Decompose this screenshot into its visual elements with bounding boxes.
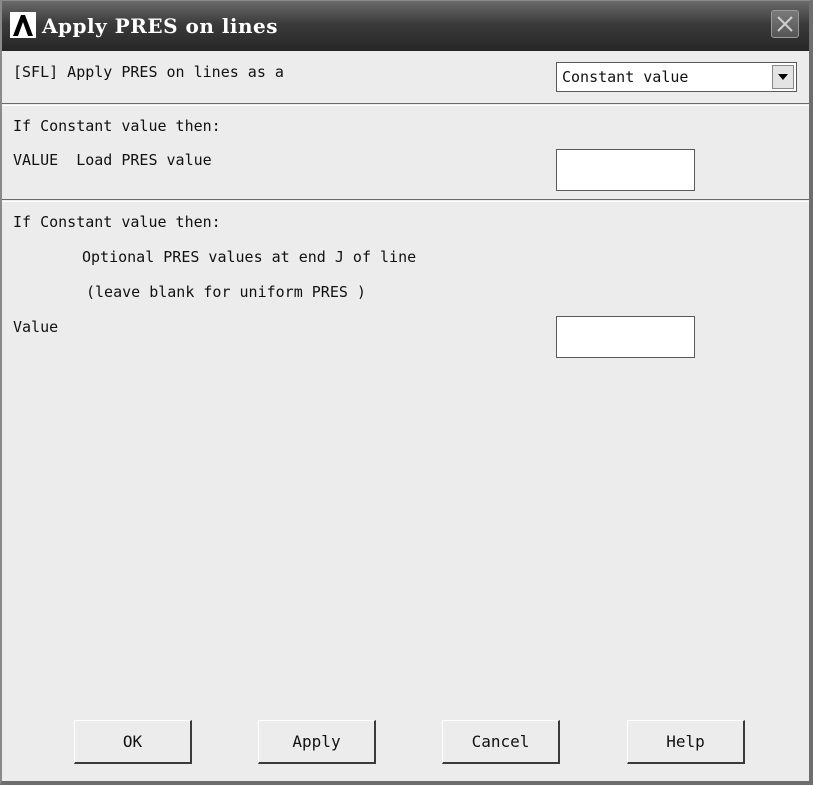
ok-button[interactable]: OK	[74, 720, 192, 764]
close-button[interactable]	[771, 10, 799, 38]
section3-condition-label: If Constant value then:	[13, 213, 221, 231]
end-j-value-label: Value	[13, 318, 59, 336]
load-pres-value-input[interactable]	[556, 149, 695, 191]
dropdown-selected-value: Constant value	[562, 68, 689, 86]
apply-button[interactable]: Apply	[258, 720, 376, 764]
section2-condition-label: If Constant value then:	[13, 117, 221, 135]
close-icon	[777, 16, 793, 32]
load-pres-value-label: VALUE Load PRES value	[13, 151, 212, 169]
cancel-button[interactable]: Cancel	[442, 720, 560, 764]
load-type-label: [SFL] Apply PRES on lines as a	[13, 63, 284, 81]
leave-blank-note: (leave blank for uniform PRES )	[86, 283, 366, 301]
window-title: Apply PRES on lines	[42, 14, 279, 38]
optional-pres-note: Optional PRES values at end J of line	[82, 248, 417, 266]
dropdown-arrow-button[interactable]	[772, 65, 794, 89]
load-type-dropdown[interactable]: Constant value	[556, 62, 797, 92]
chevron-down-icon	[778, 74, 788, 80]
dialog-window: Apply PRES on lines [SFL] Apply PRES on …	[0, 0, 813, 785]
ansys-logo-icon	[10, 12, 36, 38]
help-button[interactable]: Help	[627, 720, 745, 764]
separator	[2, 103, 809, 106]
separator	[2, 199, 809, 202]
end-j-value-input[interactable]	[556, 316, 695, 358]
title-bar[interactable]: Apply PRES on lines	[2, 1, 809, 51]
